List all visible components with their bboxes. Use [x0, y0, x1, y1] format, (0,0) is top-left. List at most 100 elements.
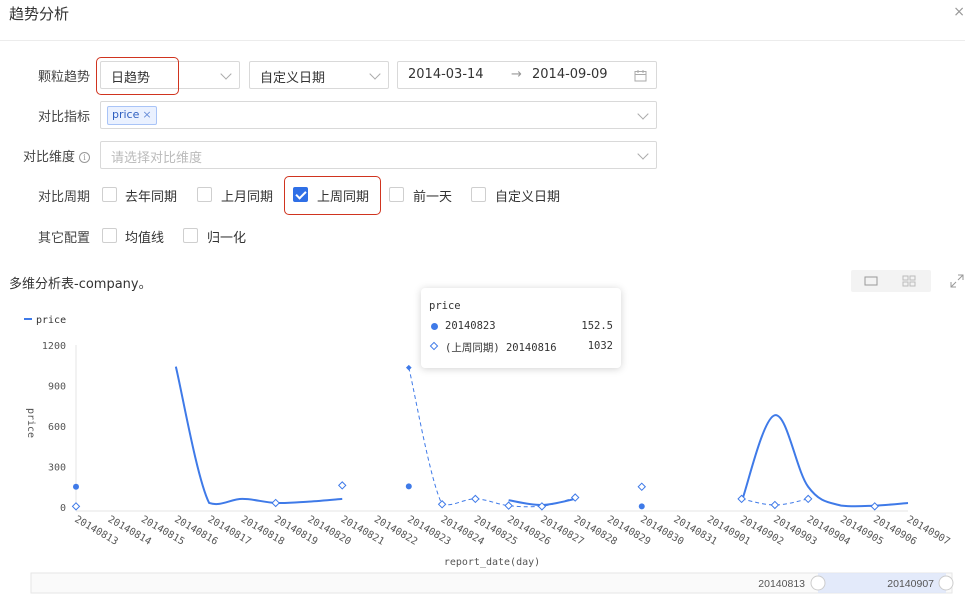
normalize-checkbox[interactable] — [183, 228, 198, 243]
x-tick-label: 20140826 — [505, 514, 552, 548]
y-tick-label: 900 — [48, 382, 66, 393]
tooltip-row-value: 152.5 — [581, 320, 613, 332]
x-tick-label: 20140825 — [472, 514, 519, 548]
x-tick-label: 20140822 — [372, 514, 419, 548]
expand-icon[interactable] — [950, 274, 964, 288]
x-tick-label: 20140829 — [605, 514, 652, 548]
period-last-year-label[interactable]: 去年同期 — [125, 186, 177, 205]
y-tick-label: 0 — [60, 503, 66, 514]
tooltip-row-label: 20140823 — [445, 320, 496, 332]
range-type-value: 自定义日期 — [260, 71, 326, 86]
period-last-month-label[interactable]: 上月同期 — [221, 186, 273, 205]
grid-view-icon[interactable] — [902, 274, 916, 288]
chevron-down-icon — [637, 108, 649, 120]
data-point-marker — [437, 500, 447, 509]
mean-line-checkbox[interactable] — [102, 228, 117, 243]
x-tick-label: 20140831 — [672, 514, 719, 548]
period-custom-label[interactable]: 自定义日期 — [495, 186, 560, 205]
single-view-icon[interactable] — [864, 274, 878, 288]
price-series-line — [508, 497, 576, 506]
dimension-select[interactable]: 请选择对比维度 — [100, 141, 657, 169]
data-point-marker — [471, 494, 480, 504]
slider-handle-left — [810, 575, 826, 591]
chevron-down-icon — [220, 68, 232, 80]
chevron-down-icon — [369, 68, 381, 80]
data-point-marker — [870, 502, 879, 511]
slider-end-label: 20140907 — [887, 578, 934, 590]
data-point-marker — [770, 500, 780, 510]
dialog-header: 趋势分析 × — [0, 0, 965, 41]
period-last-year-checkbox[interactable] — [102, 187, 117, 202]
x-tick-label: 20140830 — [638, 514, 685, 548]
period-prev-day-checkbox[interactable] — [389, 187, 404, 202]
y-tick-label: 600 — [48, 422, 66, 433]
x-tick-label: 20140905 — [838, 514, 885, 548]
date-range-picker[interactable]: 2014-03-14 → 2014-09-09 — [397, 61, 657, 89]
slider-start-label: 20140813 — [758, 578, 805, 590]
x-tick-label: 20140903 — [771, 514, 818, 548]
chevron-down-icon — [637, 148, 649, 160]
zoom-slider-track — [30, 572, 953, 594]
comparison-series-line — [741, 498, 809, 506]
x-axis-label: report_date(day) — [444, 557, 540, 568]
x-tick-label: 20140824 — [439, 514, 486, 548]
series-diamond-icon — [429, 341, 439, 351]
calendar-icon — [634, 70, 647, 82]
date-range-type-select[interactable]: 自定义日期 — [249, 61, 389, 89]
period-last-month-checkbox[interactable] — [197, 187, 212, 202]
tooltip-title: price — [429, 300, 461, 312]
y-tick-label: 1200 — [42, 341, 66, 352]
data-point-marker — [73, 483, 79, 490]
data-point-marker — [803, 494, 813, 504]
x-tick-label: 20140904 — [805, 514, 852, 548]
x-tick-label: 20140907 — [905, 514, 952, 548]
x-tick-label: 20140823 — [405, 514, 452, 548]
data-point-marker — [537, 502, 547, 511]
period-label: 对比周期 — [37, 190, 90, 205]
other-label: 其它配置 — [37, 231, 90, 246]
x-tick-label: 20140817 — [206, 514, 253, 548]
period-prev-day-label[interactable]: 前一天 — [413, 186, 452, 205]
metric-select[interactable]: price × — [100, 101, 657, 129]
data-point-marker — [271, 498, 280, 508]
price-series-line — [174, 366, 343, 506]
view-toggle — [851, 270, 931, 292]
price-series-line — [740, 414, 909, 508]
y-tick-label: 300 — [48, 463, 66, 474]
x-tick-label: 20140818 — [239, 514, 286, 548]
info-icon[interactable]: i — [79, 152, 90, 163]
arrow-right-icon: → — [511, 67, 522, 82]
x-tick-label: 20140816 — [172, 514, 219, 548]
mean-line-label[interactable]: 均值线 — [125, 227, 164, 246]
dimension-label: 对比维度 — [22, 150, 75, 165]
start-date: 2014-03-14 — [408, 67, 484, 82]
zoom-slider-selection — [818, 573, 946, 593]
section-title: 多维分析表-company。 — [9, 277, 152, 292]
period-custom-checkbox[interactable] — [471, 187, 486, 202]
dialog-title: 趋势分析 — [9, 5, 70, 23]
granularity-label: 颗粒趋势 — [37, 70, 90, 85]
tooltip-row-label: (上周同期) 20140816 — [445, 342, 557, 354]
data-point-marker — [337, 481, 347, 490]
normalize-label[interactable]: 归一化 — [207, 227, 246, 246]
x-tick-label: 20140819 — [272, 514, 319, 548]
close-icon[interactable]: × — [953, 4, 965, 20]
chart-tooltip: price 20140823 152.5 (上周同期) 20140816 103… — [421, 288, 621, 368]
x-tick-label: 20140827 — [538, 514, 585, 548]
dimension-label-group: 对比维度 i — [0, 146, 90, 165]
data-point-marker — [71, 502, 81, 511]
x-tick-label: 20140814 — [106, 514, 153, 548]
dimension-placeholder: 请选择对比维度 — [111, 151, 203, 166]
tag-remove-icon[interactable]: × — [142, 108, 151, 121]
data-point-marker — [638, 503, 645, 510]
data-point-marker — [405, 483, 412, 490]
data-point-marker — [405, 364, 412, 371]
tooltip-row-value: 1032 — [587, 340, 613, 352]
series-dot-icon — [431, 323, 438, 330]
x-tick-label: 20140901 — [705, 514, 752, 548]
data-point-marker — [504, 501, 513, 510]
x-tick-label: 20140828 — [572, 514, 619, 548]
data-point-marker — [637, 482, 647, 491]
comparison-series-line — [408, 367, 576, 508]
x-tick-label: 20140815 — [139, 514, 186, 548]
